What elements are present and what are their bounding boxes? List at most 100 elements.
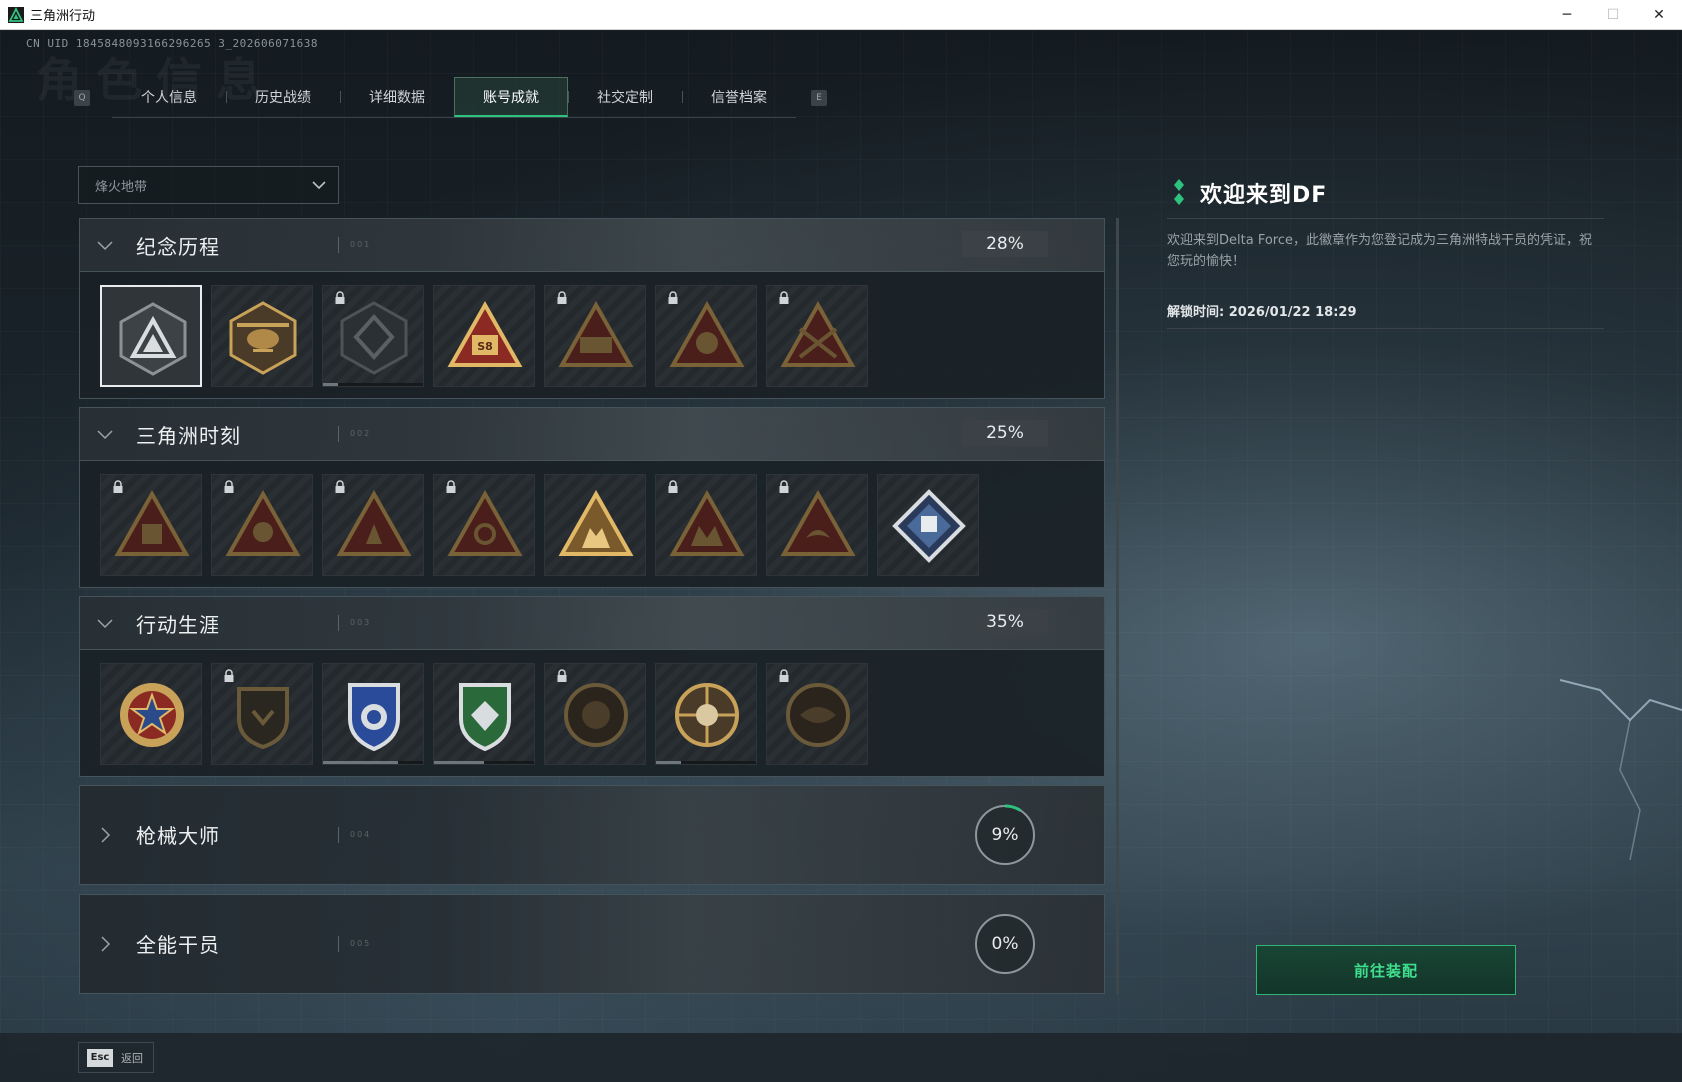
badge-skull-target[interactable] bbox=[655, 663, 757, 765]
badge-kneeling-soldier[interactable] bbox=[322, 474, 424, 576]
next-tab-key-hint[interactable]: E bbox=[811, 90, 827, 106]
category-index: 002 bbox=[350, 429, 372, 438]
badge-soldier[interactable] bbox=[211, 474, 313, 576]
badge-team-group[interactable] bbox=[655, 474, 757, 576]
badge-progress-fill bbox=[323, 761, 398, 764]
category-name: 三角洲时刻 bbox=[136, 424, 241, 448]
badge-row-moments bbox=[80, 461, 1104, 587]
tab-detailed-data[interactable]: 详细数据 bbox=[340, 77, 454, 117]
window-title-bar: 三角洲行动 ─ ☐ ✕ bbox=[0, 0, 1682, 30]
header-divider bbox=[338, 827, 339, 843]
chevron-down-icon bbox=[97, 619, 113, 629]
lock-icon bbox=[335, 480, 345, 493]
bottom-bar bbox=[0, 1033, 1682, 1082]
category-percent: 25% bbox=[962, 420, 1048, 446]
delta-triangle-badge-icon bbox=[119, 302, 187, 376]
badge-star-medal[interactable] bbox=[100, 663, 202, 765]
s8-season-badge-icon: S8 bbox=[447, 300, 523, 367]
category-index: 005 bbox=[350, 939, 372, 948]
badge-bronze-round[interactable] bbox=[544, 663, 646, 765]
svg-text:S8: S8 bbox=[477, 340, 493, 353]
badge-dark-shield[interactable] bbox=[211, 663, 313, 765]
lock-icon bbox=[446, 480, 456, 493]
badge-operator-helmet[interactable] bbox=[655, 285, 757, 387]
star-medal-badge-icon bbox=[120, 683, 184, 747]
badge-progress-fill bbox=[434, 761, 484, 764]
category-career: 行动生涯 003 35% bbox=[79, 596, 1105, 777]
badge-bird[interactable] bbox=[766, 474, 868, 576]
lock-icon bbox=[224, 669, 234, 682]
back-button[interactable]: Esc 返回 bbox=[78, 1042, 154, 1073]
badge-progress-fill bbox=[323, 383, 338, 386]
badge-armored-vehicle[interactable] bbox=[544, 285, 646, 387]
category-name: 行动生涯 bbox=[136, 613, 220, 637]
lock-icon bbox=[224, 480, 234, 493]
tab-achievements[interactable]: 账号成就 bbox=[454, 77, 568, 117]
eye-round-badge-icon bbox=[786, 683, 850, 747]
lock-icon bbox=[668, 291, 678, 304]
badge-shield-emblem[interactable] bbox=[322, 285, 424, 387]
badge-blue-police-shield[interactable] bbox=[322, 663, 424, 765]
diamond-marker-icon bbox=[1174, 179, 1184, 205]
blue-police-shield-badge-icon bbox=[348, 683, 400, 752]
tab-personal-info[interactable]: 个人信息 bbox=[112, 77, 226, 117]
chevron-down-icon bbox=[312, 181, 326, 190]
mode-select-value: 烽火地带 bbox=[95, 179, 148, 195]
soldier-badge-icon bbox=[225, 489, 301, 556]
backpack-badge-icon bbox=[114, 489, 190, 556]
bronze-round-badge-icon bbox=[564, 683, 628, 747]
kneeling-soldier-badge-icon bbox=[336, 489, 412, 556]
close-button[interactable]: ✕ bbox=[1636, 0, 1682, 30]
lock-icon bbox=[668, 480, 678, 493]
category-header-all-round-operator[interactable]: 全能干员 005 0% bbox=[80, 895, 1104, 993]
header-divider bbox=[338, 237, 339, 253]
detail-divider bbox=[1167, 328, 1604, 329]
badge-eye-round[interactable] bbox=[766, 663, 868, 765]
team-group-badge-icon bbox=[669, 489, 745, 556]
tab-match-history[interactable]: 历史战绩 bbox=[226, 77, 340, 117]
category-header-memorial[interactable]: 纪念历程 001 28% bbox=[80, 219, 1104, 272]
badge-progress-fill bbox=[656, 761, 681, 764]
maximize-button[interactable]: ☐ bbox=[1590, 0, 1636, 30]
category-weapon-master[interactable]: 枪械大师 004 9% bbox=[79, 785, 1105, 885]
badge-green-shield[interactable] bbox=[433, 663, 535, 765]
category-name: 纪念历程 bbox=[136, 235, 220, 259]
minimize-button[interactable]: ─ bbox=[1544, 0, 1590, 30]
badge-delta-triangle[interactable] bbox=[100, 285, 202, 387]
squad-badge-icon bbox=[558, 489, 634, 556]
detail-divider bbox=[1167, 218, 1604, 219]
list-scrollbar[interactable] bbox=[1116, 218, 1119, 994]
lock-icon bbox=[779, 669, 789, 682]
badge-fist-diamond[interactable] bbox=[877, 474, 979, 576]
category-header-weapon-master[interactable]: 枪械大师 004 9% bbox=[80, 786, 1104, 884]
badge-helicopter[interactable] bbox=[211, 285, 313, 387]
esc-key-hint: Esc bbox=[87, 1048, 113, 1067]
helicopter-badge-icon bbox=[229, 301, 297, 375]
mode-select-dropdown[interactable]: 烽火地带 bbox=[78, 166, 339, 204]
badge-crossed-rifles[interactable] bbox=[766, 285, 868, 387]
equip-badge-button[interactable]: 前往装配 bbox=[1256, 945, 1516, 995]
badge-squad[interactable] bbox=[544, 474, 646, 576]
badge-progress-bar bbox=[323, 383, 423, 386]
badge-progress-bar bbox=[656, 761, 756, 764]
lightning-decoration bbox=[1560, 679, 1682, 861]
badge-s8-season[interactable]: S8 bbox=[433, 285, 535, 387]
category-all-round-operator[interactable]: 全能干员 005 0% bbox=[79, 894, 1105, 994]
badge-progress-bar bbox=[434, 761, 534, 764]
category-percent: 0% bbox=[991, 934, 1019, 954]
prev-tab-key-hint[interactable]: Q bbox=[74, 90, 90, 106]
tab-reputation[interactable]: 信誉档案 bbox=[682, 77, 796, 117]
badge-backpack[interactable] bbox=[100, 474, 202, 576]
tab-social-custom[interactable]: 社交定制 bbox=[568, 77, 682, 117]
badge-hands-gear[interactable] bbox=[433, 474, 535, 576]
uid-label: CN UID 1845848093166296265 3_20260607163… bbox=[26, 37, 319, 50]
game-viewport: 角色信息 CN UID 1845848093166296265 3_202606… bbox=[0, 30, 1682, 1082]
category-header-moments[interactable]: 三角洲时刻 002 25% bbox=[80, 408, 1104, 461]
lock-icon bbox=[113, 480, 123, 493]
badge-row-memorial: S8 bbox=[80, 272, 1104, 398]
category-header-career[interactable]: 行动生涯 003 35% bbox=[80, 597, 1104, 650]
chevron-right-icon bbox=[101, 936, 111, 952]
bird-badge-icon bbox=[780, 489, 856, 556]
top-tab-bar: 个人信息 历史战绩 详细数据 账号成就 社交定制 信誉档案 bbox=[112, 77, 796, 118]
category-percent: 35% bbox=[962, 609, 1048, 635]
